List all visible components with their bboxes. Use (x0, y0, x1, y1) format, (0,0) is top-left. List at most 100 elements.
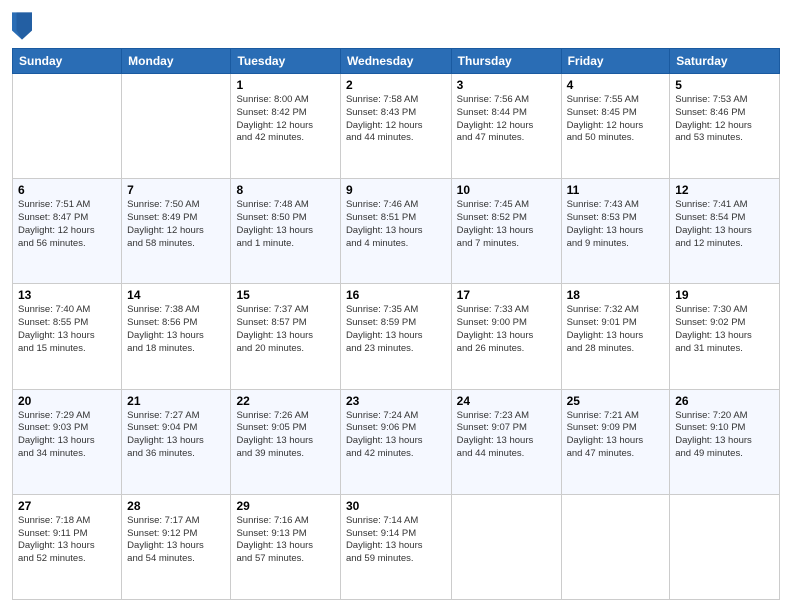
day-number: 2 (346, 78, 446, 92)
day-info: Sunrise: 7:40 AMSunset: 8:55 PMDaylight:… (18, 304, 116, 355)
day-number: 9 (346, 183, 446, 197)
day-number: 21 (127, 394, 225, 408)
day-number: 16 (346, 288, 446, 302)
day-number: 3 (457, 78, 556, 92)
day-number: 28 (127, 499, 225, 513)
day-number: 7 (127, 183, 225, 197)
day-info: Sunrise: 7:50 AMSunset: 8:49 PMDaylight:… (127, 199, 225, 250)
day-info: Sunrise: 7:35 AMSunset: 8:59 PMDaylight:… (346, 304, 446, 355)
header-cell-tuesday: Tuesday (231, 49, 340, 74)
calendar-cell: 12 Sunrise: 7:41 AMSunset: 8:54 PMDayligh… (670, 179, 780, 284)
day-info: Sunrise: 7:32 AMSunset: 9:01 PMDaylight:… (567, 304, 665, 355)
week-row-4: 20 Sunrise: 7:29 AMSunset: 9:03 PMDayligh… (13, 389, 780, 494)
day-info: Sunrise: 7:58 AMSunset: 8:43 PMDaylight:… (346, 94, 446, 145)
header-cell-monday: Monday (122, 49, 231, 74)
header-cell-thursday: Thursday (451, 49, 561, 74)
day-number: 4 (567, 78, 665, 92)
day-info: Sunrise: 7:26 AMSunset: 9:05 PMDaylight:… (236, 410, 334, 461)
week-row-1: 1Sunrise: 8:00 AMSunset: 8:42 PMDaylight… (13, 74, 780, 179)
day-number: 13 (18, 288, 116, 302)
day-number: 27 (18, 499, 116, 513)
calendar-cell: 21 Sunrise: 7:27 AMSunset: 9:04 PMDayligh… (122, 389, 231, 494)
calendar-cell (13, 74, 122, 179)
calendar-cell: 23 Sunrise: 7:24 AMSunset: 9:06 PMDayligh… (340, 389, 451, 494)
day-info: Sunrise: 7:21 AMSunset: 9:09 PMDaylight:… (567, 410, 665, 461)
day-info: Sunrise: 7:41 AMSunset: 8:54 PMDaylight:… (675, 199, 774, 250)
calendar-cell: 30 Sunrise: 7:14 AMSunset: 9:14 PMDayligh… (340, 494, 451, 599)
week-row-2: 6 Sunrise: 7:51 AMSunset: 8:47 PMDaylight… (13, 179, 780, 284)
day-info: Sunrise: 7:30 AMSunset: 9:02 PMDaylight:… (675, 304, 774, 355)
day-info: Sunrise: 7:46 AMSunset: 8:51 PMDaylight:… (346, 199, 446, 250)
logo-icon (12, 12, 32, 40)
calendar-cell: 28 Sunrise: 7:17 AMSunset: 9:12 PMDayligh… (122, 494, 231, 599)
calendar-cell: 3 Sunrise: 7:56 AMSunset: 8:44 PMDaylight… (451, 74, 561, 179)
day-number: 29 (236, 499, 334, 513)
day-info: Sunrise: 7:37 AMSunset: 8:57 PMDaylight:… (236, 304, 334, 355)
header-cell-sunday: Sunday (13, 49, 122, 74)
day-info: Sunrise: 7:55 AMSunset: 8:45 PMDaylight:… (567, 94, 665, 145)
week-row-5: 27Sunrise: 7:18 AMSunset: 9:11 PMDayligh… (13, 494, 780, 599)
day-info: Sunrise: 7:51 AMSunset: 8:47 PMDaylight:… (18, 199, 116, 250)
header-cell-saturday: Saturday (670, 49, 780, 74)
header (12, 12, 780, 40)
day-number: 19 (675, 288, 774, 302)
calendar-cell: 15Sunrise: 7:37 AMSunset: 8:57 PMDayligh… (231, 284, 340, 389)
calendar-cell: 18Sunrise: 7:32 AMSunset: 9:01 PMDayligh… (561, 284, 670, 389)
day-info: Sunrise: 7:56 AMSunset: 8:44 PMDaylight:… (457, 94, 556, 145)
calendar-cell: 22 Sunrise: 7:26 AMSunset: 9:05 PMDayligh… (231, 389, 340, 494)
day-number: 20 (18, 394, 116, 408)
day-info: Sunrise: 7:29 AMSunset: 9:03 PMDaylight:… (18, 410, 116, 461)
day-info: Sunrise: 7:14 AMSunset: 9:14 PMDaylight:… (346, 515, 446, 566)
day-info: Sunrise: 7:17 AMSunset: 9:12 PMDaylight:… (127, 515, 225, 566)
day-number: 10 (457, 183, 556, 197)
day-number: 8 (236, 183, 334, 197)
week-row-3: 13 Sunrise: 7:40 AMSunset: 8:55 PMDayligh… (13, 284, 780, 389)
calendar-cell (561, 494, 670, 599)
calendar-cell: 7 Sunrise: 7:50 AMSunset: 8:49 PMDaylight… (122, 179, 231, 284)
calendar-cell: 16 Sunrise: 7:35 AMSunset: 8:59 PMDayligh… (340, 284, 451, 389)
calendar-cell: 25 Sunrise: 7:21 AMSunset: 9:09 PMDayligh… (561, 389, 670, 494)
header-cell-friday: Friday (561, 49, 670, 74)
day-info: Sunrise: 7:33 AMSunset: 9:00 PMDaylight:… (457, 304, 556, 355)
day-info: Sunrise: 7:23 AMSunset: 9:07 PMDaylight:… (457, 410, 556, 461)
calendar-cell: 4 Sunrise: 7:55 AMSunset: 8:45 PMDaylight… (561, 74, 670, 179)
calendar-cell: 8 Sunrise: 7:48 AMSunset: 8:50 PMDaylight… (231, 179, 340, 284)
calendar-cell: 11Sunrise: 7:43 AMSunset: 8:53 PMDayligh… (561, 179, 670, 284)
day-info: Sunrise: 7:24 AMSunset: 9:06 PMDaylight:… (346, 410, 446, 461)
calendar-cell: 20 Sunrise: 7:29 AMSunset: 9:03 PMDayligh… (13, 389, 122, 494)
calendar-cell: 6 Sunrise: 7:51 AMSunset: 8:47 PMDaylight… (13, 179, 122, 284)
calendar-cell: 26 Sunrise: 7:20 AMSunset: 9:10 PMDayligh… (670, 389, 780, 494)
day-number: 22 (236, 394, 334, 408)
day-info: Sunrise: 7:48 AMSunset: 8:50 PMDaylight:… (236, 199, 334, 250)
calendar-cell (451, 494, 561, 599)
day-number: 23 (346, 394, 446, 408)
logo (12, 12, 34, 40)
day-number: 25 (567, 394, 665, 408)
day-number: 14 (127, 288, 225, 302)
calendar-cell: 10 Sunrise: 7:45 AMSunset: 8:52 PMDayligh… (451, 179, 561, 284)
day-number: 12 (675, 183, 774, 197)
calendar-cell: 1Sunrise: 8:00 AMSunset: 8:42 PMDaylight… (231, 74, 340, 179)
day-number: 17 (457, 288, 556, 302)
calendar-cell (670, 494, 780, 599)
day-number: 30 (346, 499, 446, 513)
calendar-cell: 19 Sunrise: 7:30 AMSunset: 9:02 PMDayligh… (670, 284, 780, 389)
day-number: 26 (675, 394, 774, 408)
day-info: Sunrise: 7:45 AMSunset: 8:52 PMDaylight:… (457, 199, 556, 250)
day-info: Sunrise: 8:00 AMSunset: 8:42 PMDaylight:… (236, 94, 334, 145)
day-info: Sunrise: 7:43 AMSunset: 8:53 PMDaylight:… (567, 199, 665, 250)
calendar-cell: 24 Sunrise: 7:23 AMSunset: 9:07 PMDayligh… (451, 389, 561, 494)
calendar-cell: 29 Sunrise: 7:16 AMSunset: 9:13 PMDayligh… (231, 494, 340, 599)
day-info: Sunrise: 7:16 AMSunset: 9:13 PMDaylight:… (236, 515, 334, 566)
calendar-cell: 17 Sunrise: 7:33 AMSunset: 9:00 PMDayligh… (451, 284, 561, 389)
day-number: 24 (457, 394, 556, 408)
day-info: Sunrise: 7:27 AMSunset: 9:04 PMDaylight:… (127, 410, 225, 461)
day-number: 6 (18, 183, 116, 197)
calendar-table: SundayMondayTuesdayWednesdayThursdayFrid… (12, 48, 780, 600)
day-info: Sunrise: 7:20 AMSunset: 9:10 PMDaylight:… (675, 410, 774, 461)
header-row: SundayMondayTuesdayWednesdayThursdayFrid… (13, 49, 780, 74)
page: SundayMondayTuesdayWednesdayThursdayFrid… (0, 0, 792, 612)
calendar-cell: 14 Sunrise: 7:38 AMSunset: 8:56 PMDayligh… (122, 284, 231, 389)
day-info: Sunrise: 7:38 AMSunset: 8:56 PMDaylight:… (127, 304, 225, 355)
day-number: 5 (675, 78, 774, 92)
